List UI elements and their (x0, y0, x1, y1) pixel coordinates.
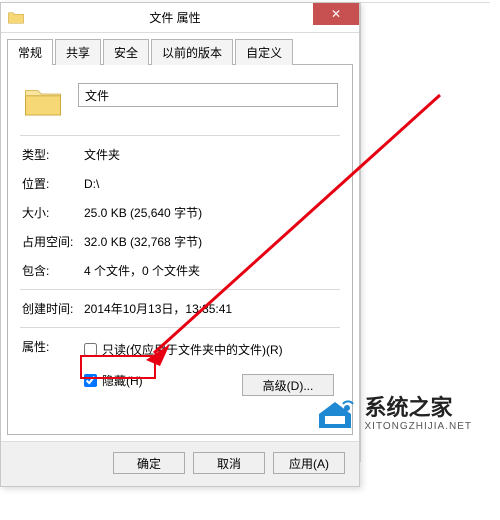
tab-sharing[interactable]: 共享 (55, 39, 101, 65)
contains-value: 4 个文件，0 个文件夹 (84, 262, 200, 279)
close-icon: ✕ (331, 8, 341, 20)
tab-security[interactable]: 安全 (103, 39, 149, 65)
tab-customize[interactable]: 自定义 (235, 39, 293, 65)
apply-button[interactable]: 应用(A) (273, 452, 345, 474)
watermark-url: XITONGZHIJIA.NET (365, 421, 473, 432)
cancel-button[interactable]: 取消 (193, 452, 265, 474)
watermark: 系统之家 XITONGZHIJIA.NET (313, 396, 473, 432)
type-label: 类型: (22, 146, 84, 163)
readonly-label: 只读(仅应用于文件夹中的文件)(R) (102, 341, 283, 358)
size-label: 大小: (22, 204, 84, 221)
tab-general[interactable]: 常规 (7, 39, 53, 65)
tab-strip: 常规 共享 安全 以前的版本 自定义 (7, 39, 353, 65)
watermark-logo-icon (313, 396, 357, 432)
properties-dialog: 文件 属性 ✕ 常规 共享 安全 以前的版本 自定义 类型: 文件夹 位置: D… (0, 2, 360, 487)
size-on-disk-label: 占用空间: (22, 233, 84, 250)
location-label: 位置: (22, 175, 84, 192)
folder-name-input[interactable] (78, 83, 338, 107)
readonly-checkbox[interactable] (84, 343, 97, 356)
created-label: 创建时间: (22, 300, 84, 317)
background-right-panel (360, 2, 490, 462)
location-value: D:\ (84, 177, 99, 191)
type-value: 文件夹 (84, 146, 120, 163)
ok-button[interactable]: 确定 (113, 452, 185, 474)
folder-large-icon (22, 83, 64, 119)
tab-panel-general: 类型: 文件夹 位置: D:\ 大小: 25.0 KB (25,640 字节) … (7, 64, 353, 435)
dialog-buttons: 确定 取消 应用(A) (1, 441, 359, 486)
title-bar: 文件 属性 ✕ (1, 3, 359, 33)
size-value: 25.0 KB (25,640 字节) (84, 204, 202, 221)
watermark-title: 系统之家 (365, 396, 473, 420)
size-on-disk-value: 32.0 KB (32,768 字节) (84, 233, 202, 250)
contains-label: 包含: (22, 262, 84, 279)
attributes-label: 属性: (22, 338, 84, 355)
created-value: 2014年10月13日，13:35:41 (84, 300, 232, 317)
hidden-label: 隐藏(H) (102, 372, 143, 389)
tab-previous-versions[interactable]: 以前的版本 (151, 39, 233, 65)
hidden-checkbox[interactable] (84, 374, 97, 387)
close-button[interactable]: ✕ (313, 3, 359, 25)
folder-icon (7, 9, 25, 27)
window-title: 文件 属性 (31, 9, 359, 26)
